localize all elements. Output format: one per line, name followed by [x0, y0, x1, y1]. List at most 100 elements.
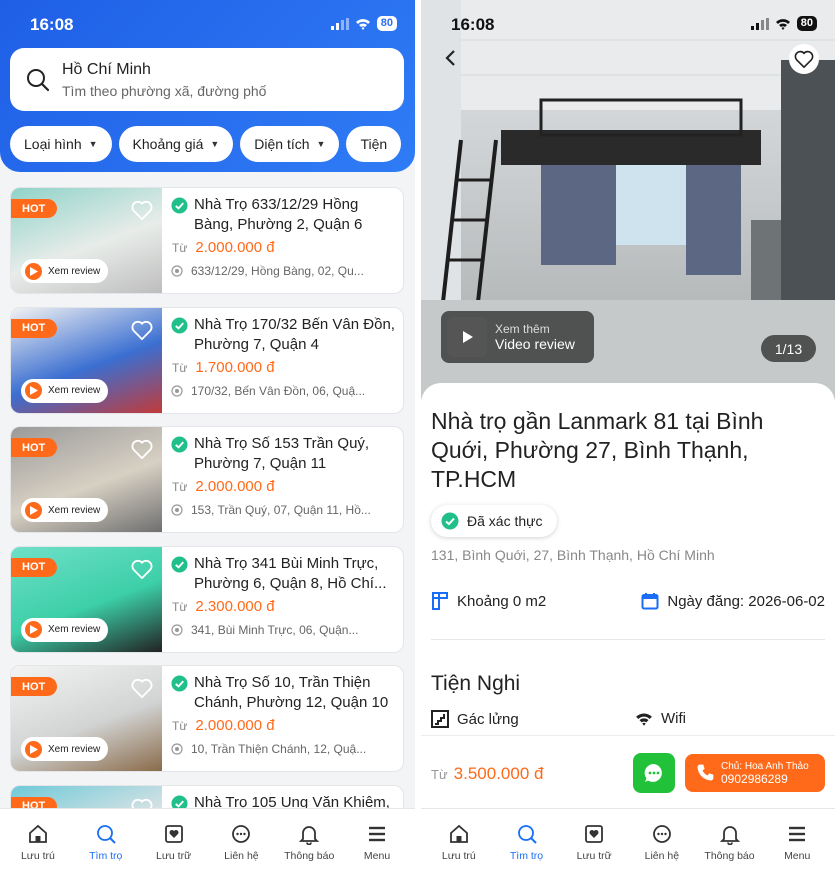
address-text: 153, Trần Quý, 07, Quận 11, Hồ...	[191, 503, 371, 517]
hot-badge: HOT	[11, 318, 57, 338]
listing-card[interactable]: HOT Xem review Nhà Trọ Số 153 Trần Quý, …	[10, 426, 404, 533]
hot-badge: HOT	[11, 677, 57, 696]
home-icon	[449, 824, 468, 843]
call-button[interactable]: Chủ: Hoa Anh Thảo 0902986289	[685, 754, 825, 792]
price-value: 2.300.000 đ	[195, 597, 275, 615]
tab-saved[interactable]: Lưu trữ	[140, 809, 208, 896]
tab-search[interactable]: Tìm trọ	[72, 809, 140, 896]
home-icon	[29, 824, 47, 843]
listing-card[interactable]: HOT Xem review Nhà Trọ 170/32 Bến Vân Đồ…	[10, 306, 404, 414]
tab-bar: Lưu trú Tìm trọ Lưu trữ Liên hệ Thông báo Men…	[421, 808, 835, 896]
date-info: Ngày đăng: 2026-06-02	[641, 592, 825, 610]
divider	[431, 639, 825, 640]
price-value: 2.000.000 đ	[195, 239, 275, 256]
video-review-button[interactable]: Xem thêm Video review	[441, 311, 594, 363]
status-icons: 80	[750, 16, 817, 31]
review-label: Xem review	[48, 265, 101, 277]
heart-icon[interactable]	[131, 320, 153, 340]
tab-home[interactable]: Lưu trú	[425, 809, 493, 896]
address-text: 633/12/29, Hồng Bàng, 02, Qu...	[191, 264, 364, 278]
search-icon	[517, 825, 537, 844]
price-prefix: Từ	[172, 599, 188, 614]
caret-down-icon: ▼	[210, 139, 220, 149]
listing-price: Từ 1.700.000 đ	[172, 359, 397, 376]
verified-label: Đã xác thực	[467, 513, 543, 529]
search-location: Hồ Chí Minh	[62, 61, 151, 78]
heart-icon[interactable]	[131, 559, 153, 579]
back-icon[interactable]	[439, 46, 463, 70]
tab-label: Menu	[784, 850, 811, 862]
play-icon	[25, 501, 42, 519]
tab-saved[interactable]: Lưu trữ	[560, 809, 628, 896]
heart-icon[interactable]	[131, 678, 153, 698]
play-icon	[463, 331, 473, 343]
favorite-button[interactable]	[789, 44, 819, 74]
address-text: 341, Bùi Minh Trực, 06, Quận...	[191, 622, 359, 637]
heart-icon[interactable]	[131, 439, 153, 459]
contact-bar: Từ 3.500.000 đ Chủ: Hoa Anh Thảo 0902986…	[421, 735, 835, 808]
play-icon	[25, 262, 42, 280]
listing-price: Từ 2.300.000 đ	[172, 598, 397, 615]
tab-label: Liên hệ	[224, 850, 259, 862]
review-button[interactable]: Xem review	[21, 259, 109, 283]
address-text: 10, Trần Thiện Chánh, 12, Quậ...	[191, 742, 367, 756]
video-label-small: Xem thêm	[495, 322, 550, 336]
chat-icon	[232, 825, 251, 843]
listing-title-row: Nhà Trọ 633/12/29 Hồng Bàng, Phường 2, Q…	[171, 195, 397, 235]
review-label: Xem review	[48, 743, 101, 755]
room-photo[interactable]: 16:08 80 Xem thêm Video review 1/13	[421, 0, 835, 400]
tab-home[interactable]: Lưu trú	[4, 809, 72, 896]
price-prefix: Từ	[431, 767, 448, 782]
listing-card[interactable]: HOT Xem review Nhà Trọ Số 10, Trần Thiện…	[10, 665, 404, 772]
battery-indicator: 80	[376, 16, 397, 31]
location-icon	[171, 623, 183, 636]
review-button[interactable]: Xem review	[21, 737, 109, 761]
saved-icon	[164, 825, 183, 843]
tab-bell[interactable]: Thông báo	[275, 809, 343, 896]
listing-screen: 16:08 80 Hồ Chí Minh Tìm theo phường xã,…	[0, 0, 415, 896]
filter-label: Loại hình	[24, 136, 82, 152]
menu-icon	[789, 826, 806, 842]
filter-label: Tiện	[360, 136, 388, 152]
tab-chat[interactable]: Liên hệ	[628, 809, 696, 896]
search-icon	[96, 825, 116, 844]
listing-title: Nhà Trọ Số 153 Trần Quý, Phường 7, Quận …	[194, 435, 370, 472]
listing-info: Nhà Trọ 341 Bùi Minh Trực, Phường 6, Quậ…	[171, 554, 397, 637]
review-button[interactable]: Xem review	[21, 378, 109, 403]
price-prefix: Từ	[172, 719, 188, 733]
heart-icon	[794, 50, 814, 68]
review-button[interactable]: Xem review	[21, 617, 109, 642]
amenity-wifi: Wifi	[635, 710, 686, 727]
price-prefix: Từ	[172, 360, 188, 375]
listing-title: Nhà Trọ Số 10, Trần Thiện Chánh, Phường …	[194, 674, 389, 711]
tab-bell[interactable]: Thông báo	[696, 809, 764, 896]
filter-type[interactable]: Loại hình ▼	[10, 126, 112, 162]
listing-title-row: Nhà Trọ Số 10, Trần Thiện Chánh, Phường …	[171, 673, 397, 713]
detail-screen: 16:08 80 Xem thêm Video review 1/13 Nhà …	[421, 0, 835, 896]
review-button[interactable]: Xem review	[21, 498, 109, 522]
tab-search[interactable]: Tìm trọ	[493, 809, 561, 896]
filter-area[interactable]: Diện tích ▼	[240, 126, 340, 162]
filter-price[interactable]: Khoảng giá ▼	[118, 126, 234, 162]
wifi-icon	[775, 18, 790, 30]
area-label: Khoảng 0 m2	[457, 592, 547, 610]
listing-card[interactable]: HOT Xem review Nhà Trọ 633/12/29 Hồng Bà…	[10, 187, 404, 294]
tab-chat[interactable]: Liên hệ	[207, 809, 275, 896]
chat-button[interactable]	[633, 753, 675, 793]
listing-address: 131, Bình Quới, 27, Bình Thạnh, Hồ Chí M…	[431, 547, 715, 563]
amenities-heading: Tiện Nghi	[431, 672, 521, 695]
search-box[interactable]: Hồ Chí Minh Tìm theo phường xã, đường ph…	[10, 48, 404, 111]
hot-badge: HOT	[11, 557, 57, 577]
tab-menu[interactable]: Menu	[763, 809, 831, 896]
listing-info: Nhà Trọ Số 153 Trần Quý, Phường 7, Quận …	[171, 434, 397, 517]
heart-icon[interactable]	[131, 200, 153, 220]
bell-icon	[719, 826, 740, 845]
verified-icon	[171, 197, 188, 214]
filter-amenities[interactable]: Tiện	[346, 126, 402, 162]
tab-label: Lưu trú	[20, 850, 55, 862]
tab-menu[interactable]: Menu	[343, 809, 411, 896]
listing-card[interactable]: HOT Xem review Nhà Trọ 341 Bùi Minh Trực…	[10, 545, 404, 653]
listing-list: HOT Xem review Nhà Trọ 633/12/29 Hồng Bà…	[10, 187, 404, 896]
tab-label: Lưu trú	[441, 850, 476, 862]
listing-title: Nhà Trọ 341 Bùi Minh Trực, Phường 6, Quậ…	[194, 554, 387, 592]
